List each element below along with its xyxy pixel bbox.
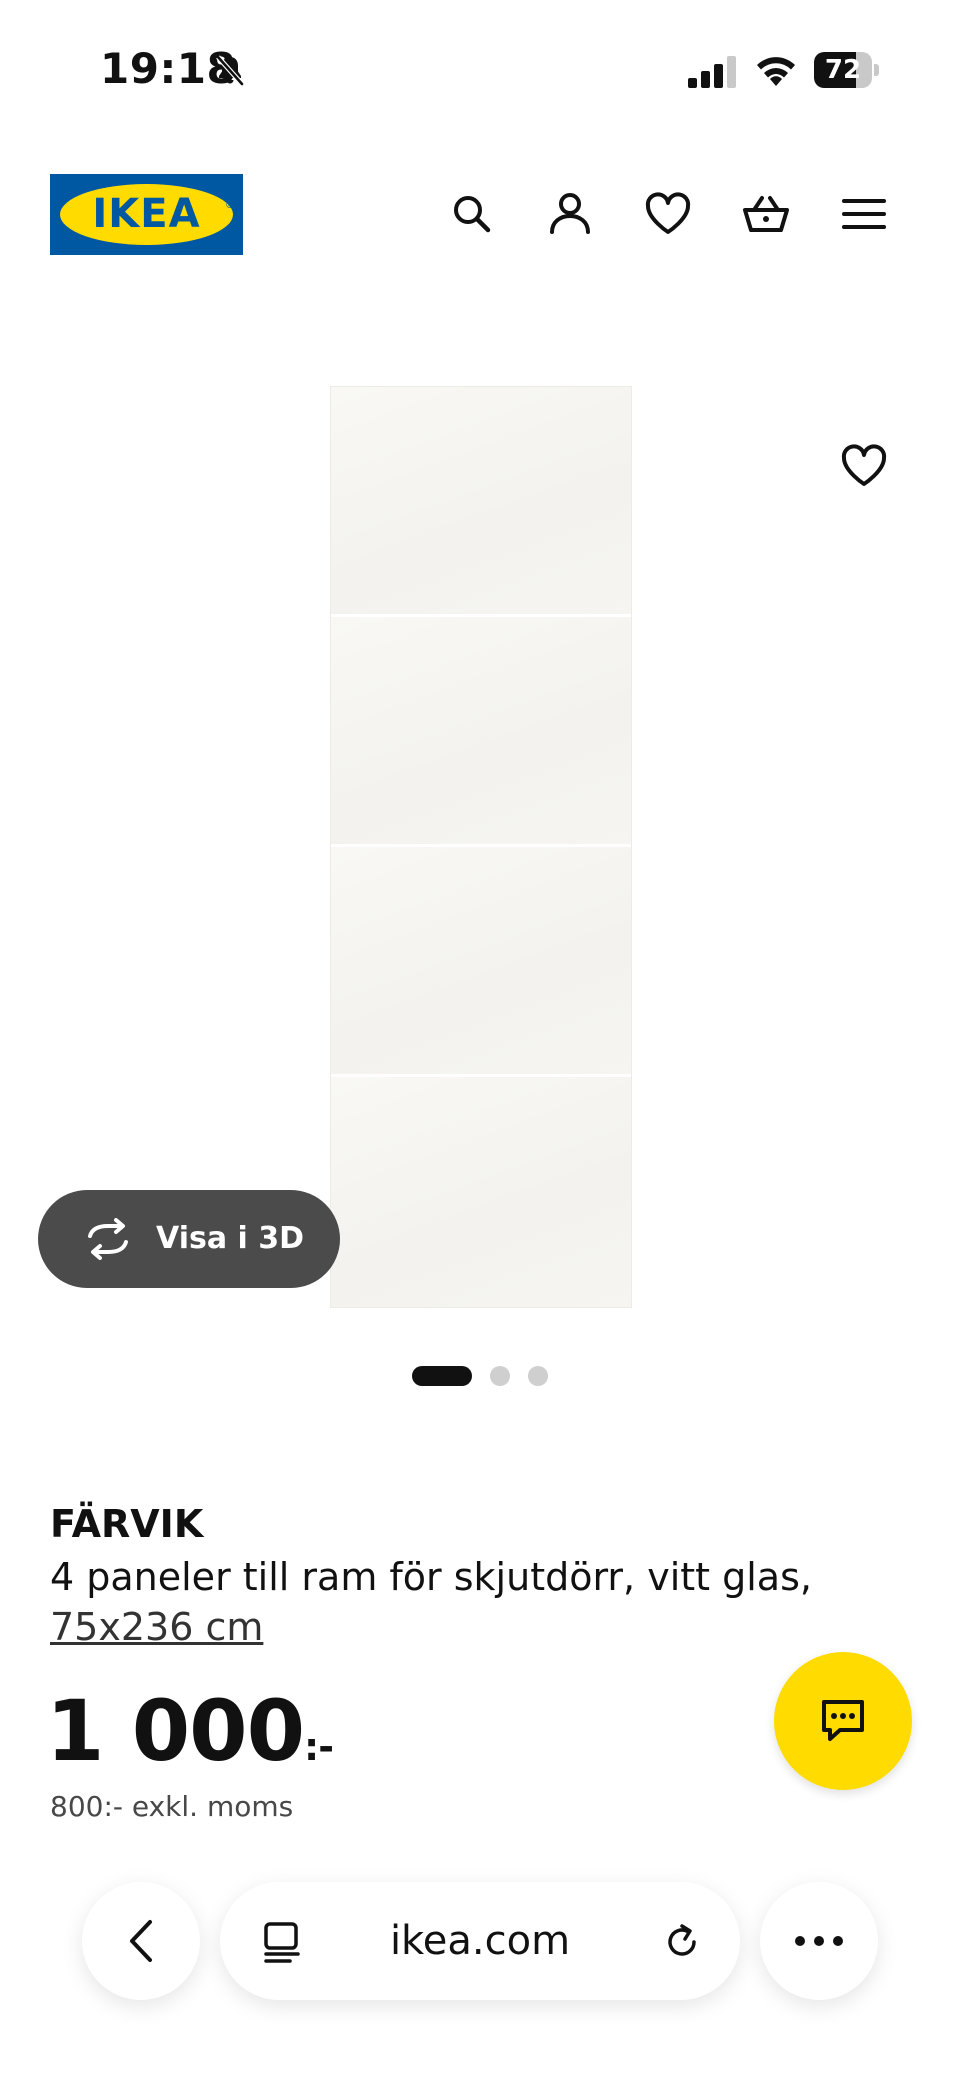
ikea-logo[interactable]: IKEA ®: [50, 174, 243, 255]
favorite-heart-icon[interactable]: [838, 440, 890, 492]
chat-button[interactable]: [774, 1652, 912, 1790]
bell-slash-icon: [212, 52, 248, 88]
menu-icon[interactable]: [838, 188, 890, 240]
glass-panel: [331, 847, 631, 1077]
battery-percent: 72: [824, 55, 862, 85]
pagination-dot[interactable]: [528, 1366, 548, 1386]
view-3d-button[interactable]: Visa i 3D: [38, 1190, 340, 1288]
product-description: 4 paneler till ram för skjutdörr, vitt g…: [50, 1555, 812, 1599]
browser-back-button[interactable]: [82, 1882, 200, 2000]
product-price: 1 000:-: [46, 1682, 334, 1780]
search-icon[interactable]: [446, 188, 498, 240]
product-size-link[interactable]: 75x236 cm: [50, 1605, 263, 1649]
product-name: FÄRVIK: [50, 1502, 204, 1546]
pagination-dot[interactable]: [412, 1366, 472, 1386]
price-suffix: :-: [304, 1725, 334, 1769]
glass-panel: [331, 387, 631, 617]
product-image[interactable]: [330, 386, 632, 1308]
price-excl-vat: 800:- exkl. moms: [50, 1790, 294, 1823]
battery-icon: 72: [814, 52, 880, 88]
reload-icon[interactable]: [660, 1920, 704, 1964]
browser-more-button[interactable]: [760, 1882, 878, 2000]
glass-panel: [331, 617, 631, 847]
rotate-3d-icon: [88, 1218, 128, 1260]
heart-icon[interactable]: [642, 188, 694, 240]
signal-icon: [688, 56, 738, 88]
back-icon: [130, 1920, 152, 1962]
price-main: 1 000: [46, 1682, 305, 1780]
user-icon[interactable]: [544, 188, 596, 240]
glass-panel: [331, 1077, 631, 1307]
wifi-icon: [754, 52, 798, 88]
pagination-dot[interactable]: [490, 1366, 510, 1386]
logo-text: IKEA: [92, 191, 201, 237]
basket-icon[interactable]: [740, 188, 792, 240]
image-pagination[interactable]: [0, 1366, 960, 1390]
more-icon: [795, 1936, 843, 1946]
chat-icon: [822, 1700, 864, 1741]
browser-address-bar[interactable]: ikea.com: [220, 1882, 740, 2000]
view-3d-label: Visa i 3D: [156, 1221, 305, 1256]
